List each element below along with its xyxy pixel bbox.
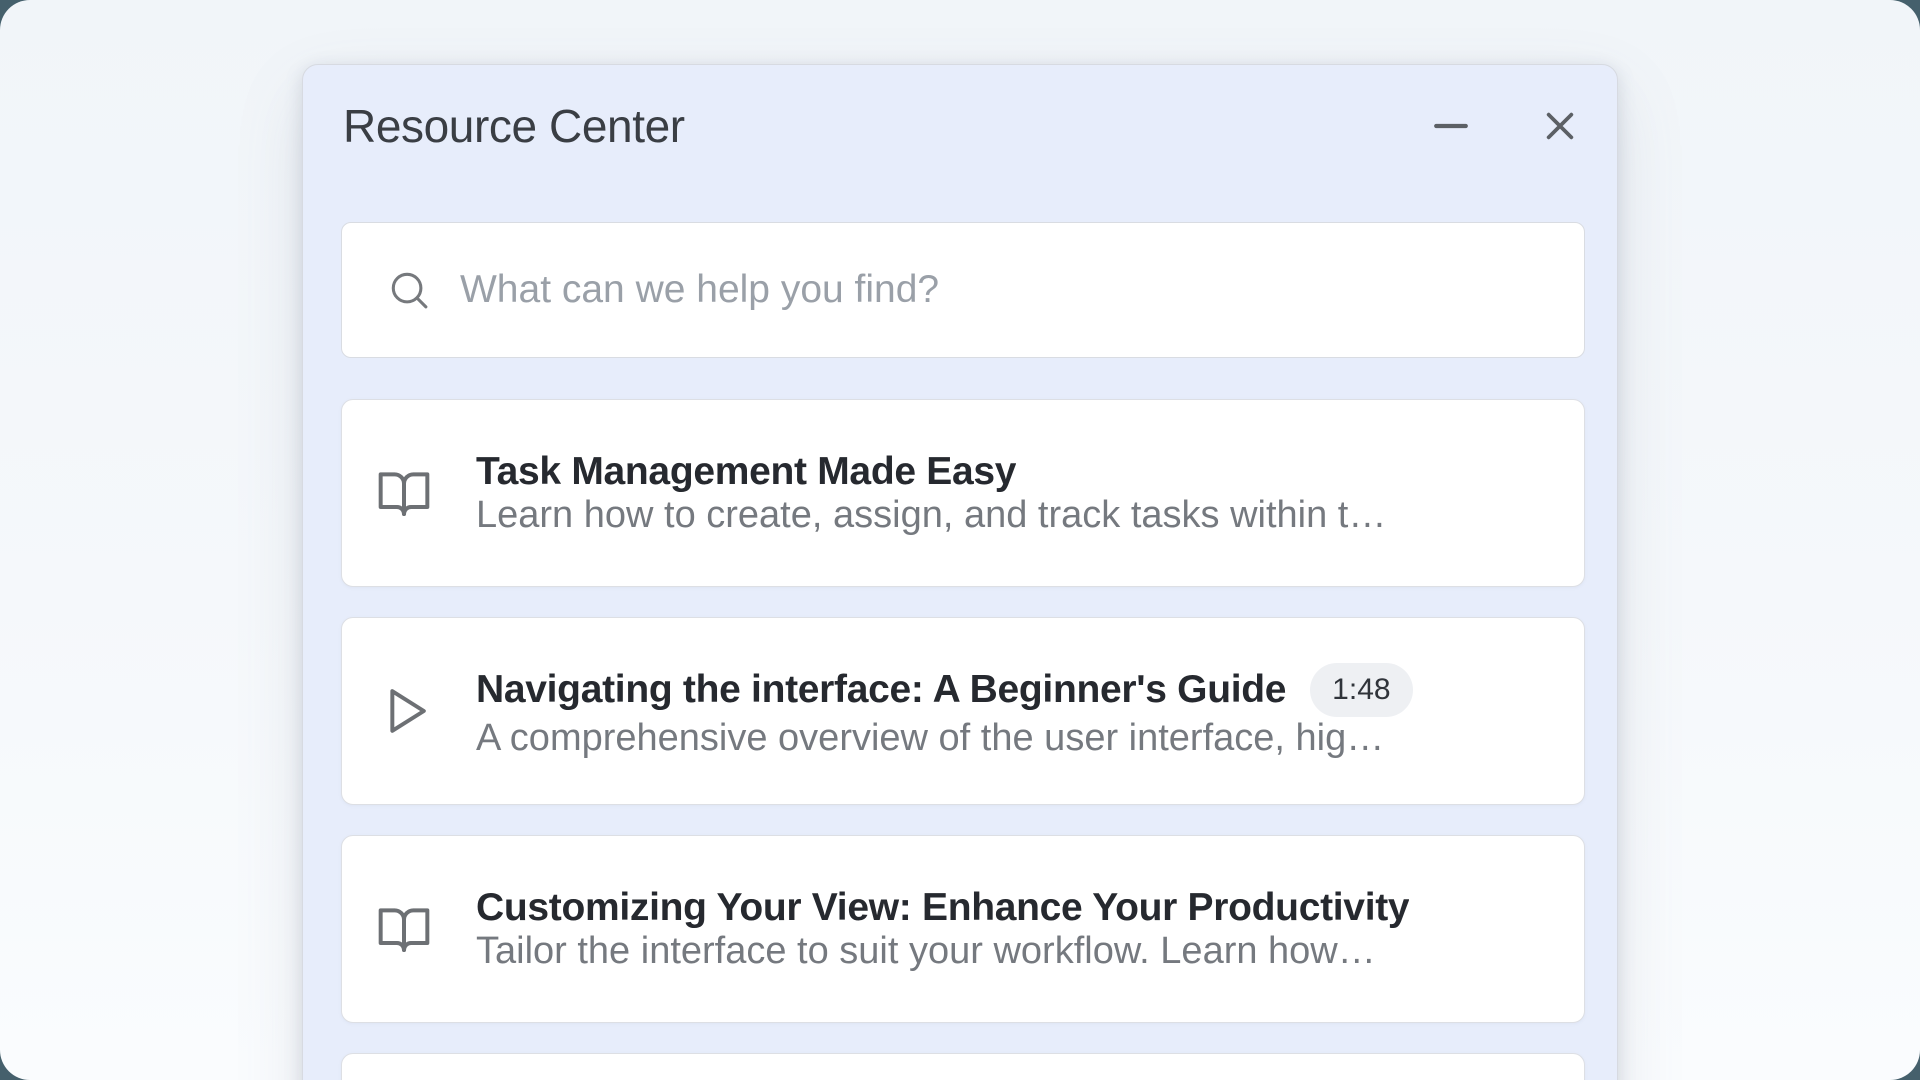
book-open-icon bbox=[376, 901, 432, 957]
resource-list: Task Management Made Easy Learn how to c… bbox=[341, 399, 1585, 1080]
search-box bbox=[341, 222, 1585, 358]
resource-card-partial[interactable] bbox=[341, 1053, 1585, 1080]
panel-header: Resource Center bbox=[343, 65, 1577, 187]
minimize-button[interactable] bbox=[1432, 107, 1470, 145]
card-description: Tailor the interface to suit your workfl… bbox=[476, 930, 1376, 972]
resource-card[interactable]: Task Management Made Easy Learn how to c… bbox=[341, 399, 1585, 587]
card-title: Customizing Your View: Enhance Your Prod… bbox=[476, 886, 1409, 930]
app-screen: Resource Center bbox=[0, 0, 1920, 1080]
book-open-icon bbox=[376, 465, 432, 521]
card-text: Task Management Made Easy Learn how to c… bbox=[476, 450, 1546, 537]
close-button[interactable] bbox=[1543, 109, 1577, 143]
card-text: Customizing Your View: Enhance Your Prod… bbox=[476, 886, 1546, 973]
card-text: Navigating the interface: A Beginner's G… bbox=[476, 663, 1546, 760]
card-description: Learn how to create, assign, and track t… bbox=[476, 494, 1386, 536]
resource-center-panel: Resource Center bbox=[302, 64, 1618, 1080]
search-icon bbox=[386, 267, 432, 313]
card-description: A comprehensive overview of the user int… bbox=[476, 717, 1384, 759]
close-icon bbox=[1543, 109, 1577, 143]
window-controls bbox=[1432, 107, 1577, 145]
resource-card[interactable]: Customizing Your View: Enhance Your Prod… bbox=[341, 835, 1585, 1023]
panel-title: Resource Center bbox=[343, 99, 685, 153]
search-input[interactable] bbox=[460, 223, 1584, 357]
play-icon bbox=[376, 683, 432, 739]
minimize-icon bbox=[1432, 107, 1470, 145]
card-title: Navigating the interface: A Beginner's G… bbox=[476, 668, 1286, 712]
duration-badge: 1:48 bbox=[1310, 663, 1412, 717]
resource-card[interactable]: Navigating the interface: A Beginner's G… bbox=[341, 617, 1585, 805]
card-title: Task Management Made Easy bbox=[476, 450, 1016, 494]
